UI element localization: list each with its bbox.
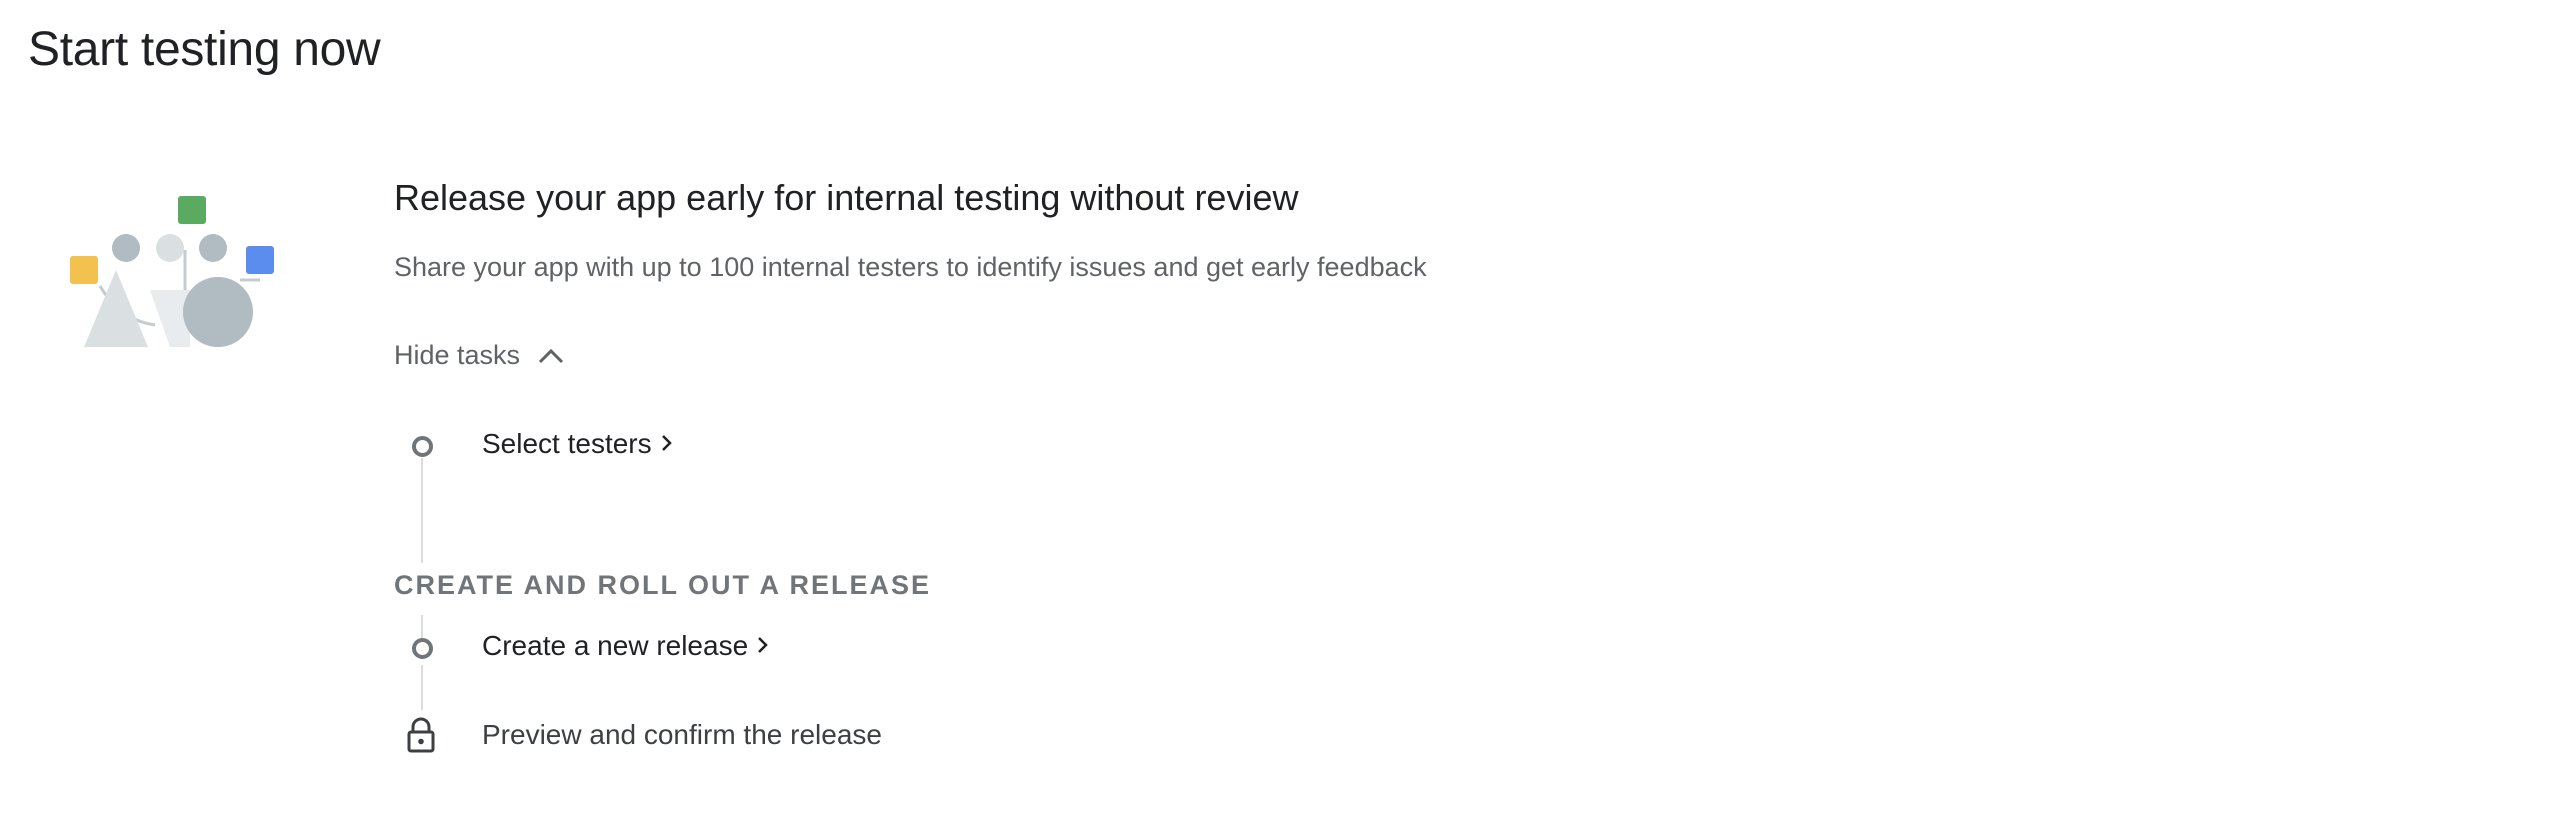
card-title: Release your app early for internal test… <box>394 177 1299 218</box>
page-title: Start testing now <box>28 23 381 76</box>
timeline-connector <box>421 458 423 563</box>
preview-release-task: Preview and confirm the release <box>482 719 882 751</box>
preview-release-label: Preview and confirm the release <box>482 719 882 750</box>
timeline-connector <box>421 665 423 710</box>
chevron-up-icon <box>538 348 564 364</box>
page: Start testing now Release your app early… <box>0 0 2572 818</box>
lock-icon <box>406 717 436 758</box>
hide-tasks-toggle[interactable]: Hide tasks <box>394 340 564 371</box>
create-release-link[interactable]: Create a new release <box>482 630 770 662</box>
card-description: Share your app with up to 100 internal t… <box>394 252 1427 282</box>
testing-illustration <box>60 190 300 360</box>
task-status-icon <box>412 436 433 457</box>
chevron-right-icon <box>756 630 770 662</box>
select-testers-link[interactable]: Select testers <box>482 428 674 460</box>
task-status-icon <box>412 638 433 659</box>
toggle-label: Hide tasks <box>394 340 521 370</box>
section-heading: CREATE AND ROLL OUT A RELEASE <box>394 570 932 600</box>
select-testers-label: Select testers <box>482 428 652 459</box>
create-release-label: Create a new release <box>482 630 749 661</box>
chevron-right-icon <box>660 428 674 460</box>
